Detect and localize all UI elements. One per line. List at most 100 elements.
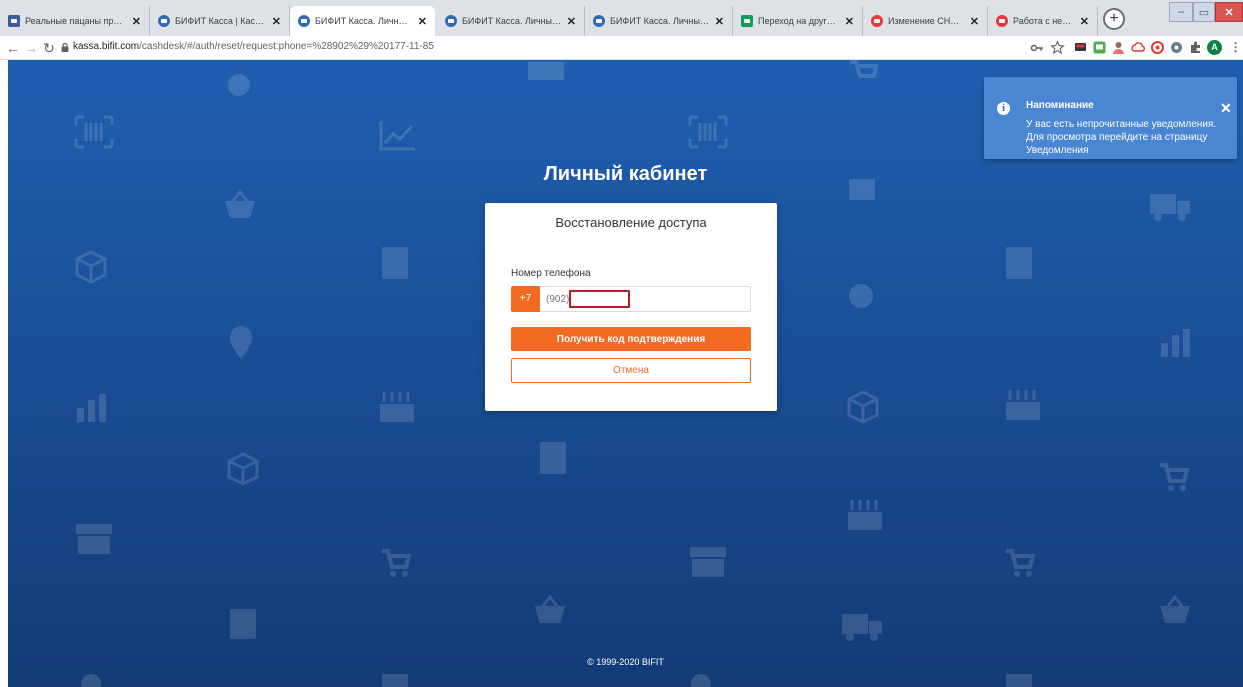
tab-label: БИФИТ Касса | Кассовая пр <box>175 16 267 26</box>
receipt-icon <box>1006 674 1032 687</box>
url-path: /cashdesk/#/auth/reset/request:phone=%28… <box>139 41 434 52</box>
forward-arrow-icon[interactable]: → <box>22 39 40 57</box>
tab-label: БИФИТ Касса. Личный каби <box>610 16 710 26</box>
tab-label: Реальные пацаны против : <box>25 16 127 26</box>
tab-close-icon[interactable]: ✕ <box>845 15 854 28</box>
shelf-icon <box>1006 390 1040 420</box>
phone-prefix: +7 <box>511 286 540 312</box>
toast-title: Напоминание <box>1026 100 1094 111</box>
window-maximize-button[interactable]: ▭ <box>1193 2 1215 22</box>
tab-close-icon[interactable]: ✕ <box>715 15 724 28</box>
tab-favicon-icon <box>741 15 753 27</box>
clipboard-icon <box>230 609 256 639</box>
lock-icon <box>61 43 69 52</box>
barcode-scanner-icon <box>74 115 114 149</box>
extension-user-icon[interactable] <box>1111 40 1126 55</box>
tab-close-icon[interactable]: ✕ <box>1080 15 1089 28</box>
line-chart-icon <box>379 121 415 151</box>
extension-monitor-icon[interactable] <box>1073 40 1088 55</box>
star-icon[interactable] <box>1050 40 1065 55</box>
truck-icon <box>842 614 882 641</box>
browser-tab[interactable]: БИФИТ Касса. Личный каби ✕ <box>437 6 585 36</box>
barcode-scanner-icon <box>688 115 728 149</box>
browser-tab-active[interactable]: БИФИТ Касса. Личный каби ✕ <box>290 6 435 36</box>
window-minimize-button[interactable]: – <box>1169 2 1193 22</box>
tab-favicon-icon <box>298 15 310 27</box>
card-title: Восстановление доступа <box>555 215 707 230</box>
cart-icon <box>1006 549 1036 577</box>
browser-menu-icon[interactable]: ⋮ <box>1228 40 1243 55</box>
tab-close-icon[interactable]: ✕ <box>272 15 281 28</box>
tab-label: Изменение СНО – База зна <box>888 16 965 26</box>
browser-tab[interactable]: Работа с несколькими СНО ✕ <box>988 6 1098 36</box>
store-icon <box>76 524 112 554</box>
extension-mail-icon[interactable] <box>1092 40 1107 55</box>
tab-close-icon[interactable]: ✕ <box>132 15 141 28</box>
window-close-button[interactable]: ✕ <box>1215 2 1243 22</box>
tab-close-icon[interactable]: ✕ <box>567 15 576 28</box>
new-tab-button[interactable]: + <box>1103 8 1125 30</box>
browser-tab[interactable]: Изменение СНО – База зна ✕ <box>863 6 988 36</box>
tab-favicon-icon <box>996 15 1008 27</box>
tab-label: Работа с несколькими СНО <box>1013 16 1075 26</box>
basket-icon <box>225 190 255 218</box>
tab-favicon-icon <box>158 15 170 27</box>
browser-tab[interactable]: БИФИТ Касса | Кассовая пр ✕ <box>150 6 290 36</box>
get-code-button[interactable]: Получить код подтверждения <box>511 327 751 351</box>
store-icon <box>690 547 726 577</box>
browser-tab-strip: Реальные пацаны против : ✕ БИФИТ Касса |… <box>0 0 1243 36</box>
browser-toolbar: ← → ↻ kassa.bifit.com/cashdesk/#/auth/re… <box>0 36 1243 60</box>
extensions-puzzle-icon[interactable] <box>1188 40 1203 55</box>
truck-icon <box>1150 194 1190 221</box>
shelf-icon <box>380 392 414 422</box>
redaction-box <box>569 290 630 308</box>
cube-icon <box>75 250 107 284</box>
cancel-button[interactable]: Отмена <box>511 358 751 383</box>
tab-favicon-icon <box>871 15 883 27</box>
receipt-icon <box>382 247 408 279</box>
notification-toast: i Напоминание У вас есть непрочитанные у… <box>984 77 1237 159</box>
receipt-icon <box>540 442 566 474</box>
address-bar[interactable]: kassa.bifit.com/cashdesk/#/auth/reset/re… <box>73 41 434 52</box>
location-pin-icon <box>230 326 252 359</box>
extension-circle-icon[interactable] <box>1150 40 1165 55</box>
tab-label: БИФИТ Касса. Личный каби <box>315 16 413 26</box>
extension-cloud-icon[interactable] <box>1131 40 1146 55</box>
phone-field: +7 <box>511 286 751 312</box>
cart-icon <box>850 60 878 78</box>
profile-avatar[interactable]: A <box>1207 40 1222 55</box>
extension-gear-icon[interactable] <box>1169 40 1184 55</box>
receipt-icon <box>382 674 408 687</box>
tab-close-icon[interactable]: ✕ <box>418 15 427 28</box>
back-arrow-icon[interactable]: ← <box>4 39 22 57</box>
phone-label: Номер телефона <box>511 268 591 279</box>
cart-icon <box>382 549 412 577</box>
tab-label: Переход на другую СНО с <box>758 16 840 26</box>
location-pin-icon <box>691 674 711 687</box>
cube-icon <box>847 390 879 424</box>
basket-icon <box>1160 595 1190 623</box>
cart-icon <box>1160 463 1190 491</box>
page-title: Личный кабинет <box>543 163 708 185</box>
info-icon: i <box>997 102 1010 115</box>
reload-icon[interactable]: ↻ <box>40 39 58 57</box>
tab-favicon-icon <box>8 15 20 27</box>
tab-label: БИФИТ Касса. Личный каби <box>462 16 562 26</box>
page-background: Личный кабинет Восстановление доступа Но… <box>8 60 1243 687</box>
url-domain: kassa.bifit.com <box>73 41 140 52</box>
apple-icon <box>849 284 873 308</box>
location-pin-icon <box>81 674 101 687</box>
browser-tab[interactable]: Переход на другую СНО с ✕ <box>733 6 863 36</box>
bar-chart-icon <box>77 394 106 422</box>
receipt-icon <box>1006 247 1032 279</box>
tab-favicon-icon <box>593 15 605 27</box>
key-icon[interactable] <box>1030 40 1045 55</box>
browser-tab[interactable]: БИФИТ Касса. Личный каби ✕ <box>585 6 733 36</box>
cube-icon <box>227 452 259 486</box>
tab-close-icon[interactable]: ✕ <box>970 15 979 28</box>
browser-tab[interactable]: Реальные пацаны против : ✕ <box>0 6 150 36</box>
toast-body: У вас есть непрочитанные уведомления. Дл… <box>1026 119 1217 156</box>
footer-copyright: © 1999-2020 BIFIT <box>587 657 664 667</box>
access-recovery-card: Восстановление доступа Номер телефона +7… <box>485 203 777 411</box>
close-icon[interactable]: ✕ <box>1220 101 1232 115</box>
